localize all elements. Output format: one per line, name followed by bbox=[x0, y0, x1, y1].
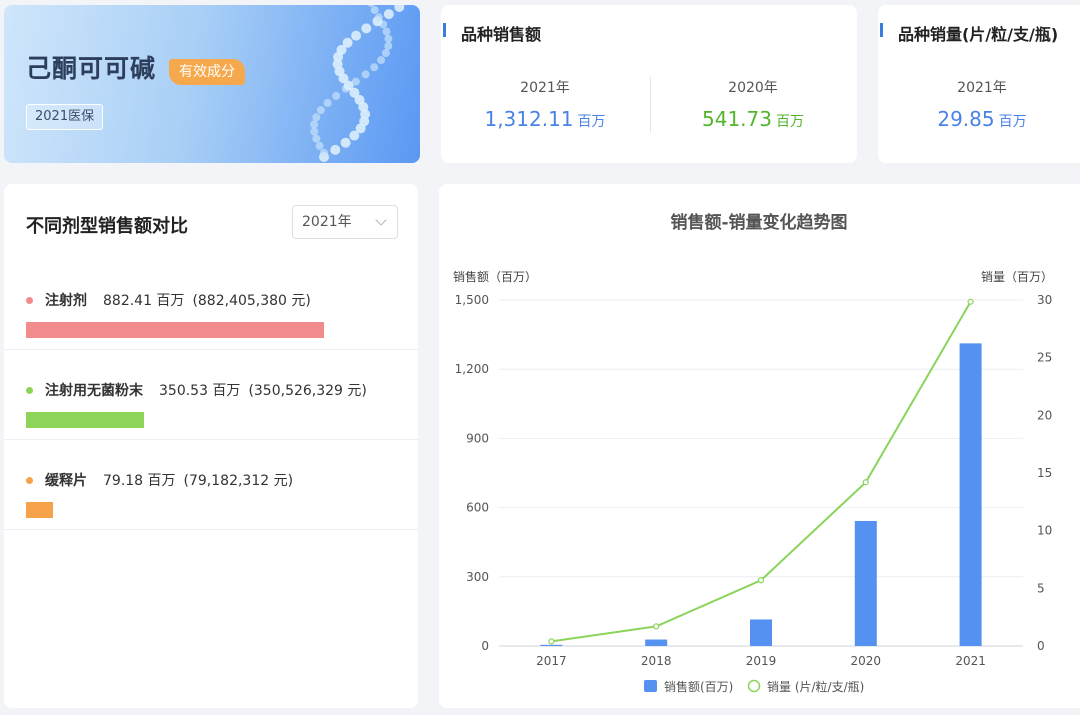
stat-year: 2021年 bbox=[957, 80, 1007, 96]
x-tick-label: 2018 bbox=[641, 654, 672, 668]
dosage-amount: 79.18 百万 bbox=[103, 473, 176, 489]
volume-2021-stat: 2021年 29.85 百万 bbox=[882, 77, 1080, 131]
dosage-comparison-title: 不同剂型销售额对比 bbox=[26, 216, 188, 237]
right-tick-label: 0 bbox=[1037, 639, 1045, 653]
x-tick-label: 2017 bbox=[536, 654, 567, 668]
sales-volume-card: 品种销量(片/粒/支/瓶) 2021年 29.85 百万 bbox=[878, 5, 1080, 163]
sales-2020-stat: 2020年 541.73 百万 bbox=[653, 77, 853, 131]
sales-amount-card: 品种销售额 2021年 1,312.11 百万 2020年 541.73 百万 bbox=[441, 5, 857, 163]
sales-amount-title: 品种销售额 bbox=[461, 25, 542, 44]
x-tick-label: 2019 bbox=[746, 654, 777, 668]
dosage-name: 注射用无菌粉末 bbox=[45, 383, 143, 399]
dosage-full-amount: (79,182,312 元) bbox=[183, 473, 294, 489]
legend-line-label: 销量 (片/粒/支/瓶) bbox=[767, 679, 864, 694]
stat-year: 2021年 bbox=[520, 80, 570, 96]
trend-chart-card: 销售额-销量变化趋势图 销售额（百万） 销量（百万） 0 300 600 900 1,200… bbox=[439, 184, 1080, 708]
dosage-row: 注射剂 882.41 百万 (882,405,380 元) bbox=[4, 260, 418, 350]
legend-dot bbox=[26, 386, 33, 394]
volume-line bbox=[551, 301, 972, 643]
x-tick-label: 2021 bbox=[955, 654, 986, 668]
left-tick-label: 0 bbox=[481, 639, 489, 653]
sales-2021-stat: 2021年 1,312.11 百万 bbox=[445, 77, 645, 131]
dosage-bar bbox=[26, 412, 145, 428]
right-tick-label: 25 bbox=[1037, 351, 1052, 365]
right-tick-label: 15 bbox=[1037, 466, 1052, 480]
dosage-line: 注射剂 882.41 百万 (882,405,380 元) bbox=[26, 290, 311, 310]
dna-helix-decoration bbox=[310, 5, 405, 162]
volume-point bbox=[967, 298, 974, 305]
year-select-value: 2021年 bbox=[302, 214, 352, 230]
dosage-full-amount: (882,405,380 元) bbox=[192, 293, 311, 309]
dosage-name: 注射剂 bbox=[45, 293, 87, 309]
left-tick-label: 1,200 bbox=[455, 362, 489, 376]
stat-value: 29.85 百万 bbox=[937, 107, 1027, 131]
title-accent-bar bbox=[443, 23, 446, 37]
dosage-amount: 350.53 百万 bbox=[159, 383, 241, 399]
legend-line-swatch bbox=[747, 679, 761, 693]
sales-bar bbox=[959, 343, 982, 646]
stat-value: 1,312.11 百万 bbox=[484, 107, 606, 131]
right-tick-label: 10 bbox=[1037, 524, 1052, 538]
dosage-line: 缓释片 79.18 百万 (79,182,312 元) bbox=[26, 470, 293, 490]
dosage-row: 缓释片 79.18 百万 (79,182,312 元) bbox=[4, 440, 418, 530]
dosage-bar bbox=[26, 322, 324, 338]
title-accent-bar bbox=[880, 23, 883, 37]
legend-bar-swatch bbox=[644, 680, 657, 692]
right-tick-label: 5 bbox=[1037, 581, 1045, 595]
volume-point bbox=[548, 638, 555, 645]
left-tick-label: 900 bbox=[466, 431, 489, 445]
dosage-row: 注射用无菌粉末 350.53 百万 (350,526,329 元) bbox=[4, 350, 418, 440]
volume-point bbox=[757, 577, 765, 584]
sales-volume-title: 品种销量(片/粒/支/瓶) bbox=[898, 25, 1059, 44]
dosage-line: 注射用无菌粉末 350.53 百万 (350,526,329 元) bbox=[26, 380, 367, 400]
sales-bar bbox=[540, 644, 563, 646]
stat-value: 541.73 百万 bbox=[702, 107, 804, 131]
right-tick-label: 30 bbox=[1037, 293, 1052, 307]
active-ingredient-tag: 有效成分 bbox=[169, 59, 245, 85]
trend-chart: 销售额（百万） 销量（百万） 0 300 600 900 1,200 1,500 0 5 10 15 2… bbox=[453, 269, 1053, 694]
hero-banner: 己酮可可碱 有效成分 2021医保 bbox=[4, 5, 420, 163]
sales-bar bbox=[854, 520, 877, 646]
left-tick-label: 600 bbox=[466, 501, 489, 515]
legend-bar-label: 销售额(百万) bbox=[664, 679, 733, 694]
dosage-bar bbox=[26, 502, 53, 518]
volume-point bbox=[653, 623, 660, 630]
volume-point bbox=[862, 479, 869, 486]
left-tick-label: 300 bbox=[466, 570, 489, 584]
dosage-comparison-card: 不同剂型销售额对比 2021年 注射剂 882.41 百万 (882,405,380… bbox=[4, 184, 418, 708]
left-axis-title: 销售额（百万） bbox=[453, 269, 537, 284]
left-tick-label: 1,500 bbox=[455, 293, 489, 307]
x-tick-label: 2020 bbox=[851, 654, 882, 668]
chevron-down-icon bbox=[375, 214, 387, 226]
right-tick-label: 20 bbox=[1037, 408, 1052, 422]
dosage-amount: 882.41 百万 bbox=[103, 293, 185, 309]
year-select[interactable]: 2021年 bbox=[292, 205, 398, 239]
right-axis-title: 销量（百万） bbox=[981, 270, 1053, 284]
insurance-badge: 2021医保 bbox=[26, 104, 104, 130]
sales-bar bbox=[750, 619, 772, 646]
stat-year: 2020年 bbox=[728, 80, 778, 96]
ingredient-name: 己酮可可碱 bbox=[26, 54, 157, 83]
stat-divider bbox=[650, 77, 651, 133]
legend-dot bbox=[26, 476, 33, 484]
dosage-name: 缓释片 bbox=[45, 473, 87, 489]
legend-dot bbox=[26, 296, 33, 304]
sales-bar bbox=[645, 639, 668, 646]
dosage-full-amount: (350,526,329 元) bbox=[248, 383, 367, 399]
